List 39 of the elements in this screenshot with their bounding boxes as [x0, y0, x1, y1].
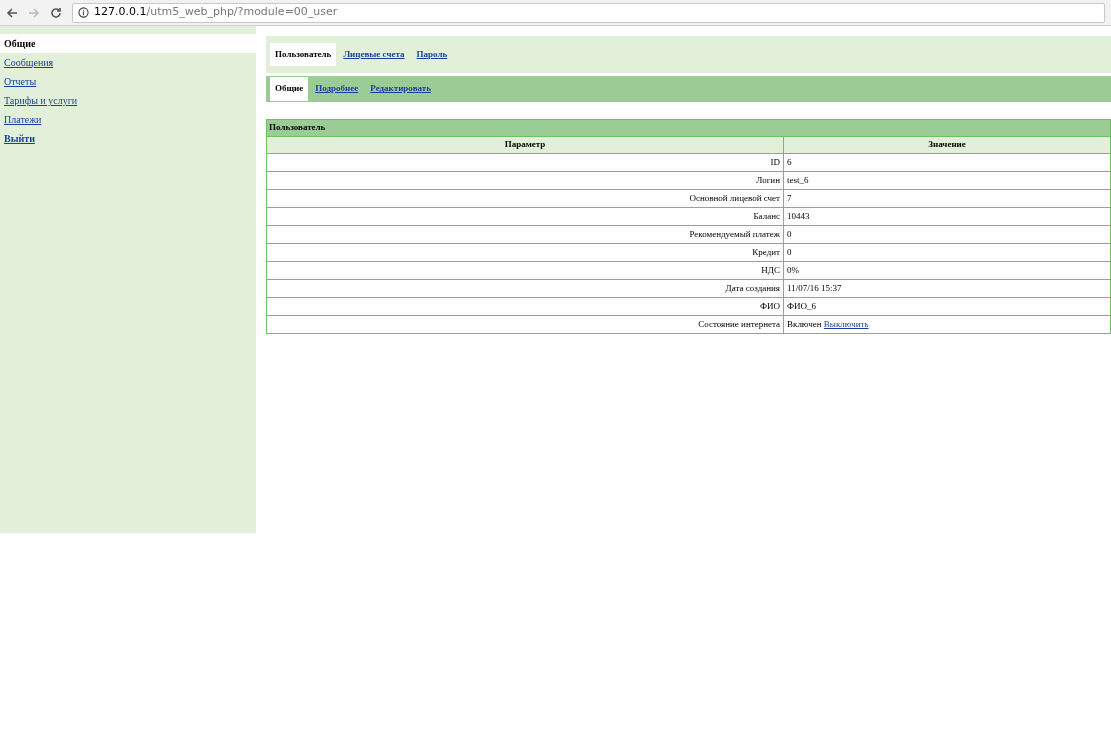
- table-cell: Баланс: [266, 207, 784, 226]
- sidebar-item[interactable]: Сообщения: [0, 53, 256, 72]
- sidebar-item[interactable]: Общие: [0, 34, 256, 53]
- table-cell: НДС: [266, 261, 784, 280]
- toggle-link[interactable]: Выключить: [823, 318, 869, 329]
- reload-icon[interactable]: [50, 6, 62, 19]
- url-text: 127.0.0.1/utm5_web_php/?module=00_user: [94, 4, 338, 21]
- back-icon[interactable]: [6, 6, 18, 19]
- table-cell: 6: [783, 153, 1111, 172]
- table-cell: Основной лицевой счет: [266, 189, 784, 208]
- table-cell: test_6: [783, 171, 1111, 190]
- table-title: Пользователь: [266, 119, 1111, 137]
- sidebar-item[interactable]: Отчеты: [0, 72, 256, 91]
- table-cell: Дата создания: [266, 279, 784, 298]
- table-cell: ФИО_6: [783, 297, 1111, 316]
- table-cell: 10443: [783, 207, 1111, 226]
- tab[interactable]: Общие: [270, 77, 309, 101]
- tab[interactable]: Редактировать: [365, 77, 436, 101]
- table-cell: Кредит: [266, 243, 784, 262]
- tab[interactable]: Лицевые счета: [338, 42, 410, 67]
- info-icon: [78, 7, 89, 18]
- table-cell: Включен Выключить: [783, 315, 1111, 334]
- table-cell: 0: [783, 225, 1111, 244]
- table-cell: Рекомендуемый платеж: [266, 225, 784, 244]
- tab[interactable]: Подробнее: [310, 77, 364, 101]
- table-cell: 0: [783, 243, 1111, 262]
- table-cell: 7: [783, 189, 1111, 208]
- table-cell: ФИО: [266, 297, 784, 316]
- tab[interactable]: Пользователь: [270, 42, 337, 67]
- table-cell: Состояние интернета: [266, 315, 784, 334]
- tab[interactable]: Пароль: [411, 42, 453, 67]
- table-cell: ID: [266, 153, 784, 172]
- sidebar-item[interactable]: Тарифы и услуги: [0, 91, 256, 110]
- table-cell: 0%: [783, 261, 1111, 280]
- table-cell: Логин: [266, 171, 784, 190]
- sidebar-item[interactable]: Платежи: [0, 110, 256, 129]
- table-cell: 11/07/16 15:37: [783, 279, 1111, 298]
- address-bar[interactable]: 127.0.0.1/utm5_web_php/?module=00_user: [72, 2, 1105, 23]
- sidebar-item[interactable]: Выйти: [0, 129, 256, 148]
